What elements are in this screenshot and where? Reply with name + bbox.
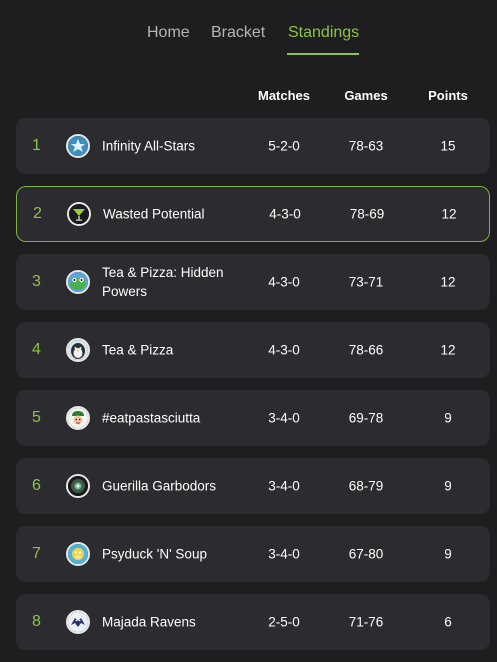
team-name: Tea & Pizza: [102, 342, 174, 358]
games-value: 68-79: [348, 478, 384, 494]
points-value: 9: [444, 478, 452, 494]
top-nav: Home Bracket Standings: [0, 24, 497, 58]
team-name: Tea & Pizza: Hidden Powers: [102, 265, 224, 299]
rank-number: 6: [32, 477, 41, 494]
team-name: Infinity All-Stars: [102, 138, 196, 154]
standings-table: 1 Infinity All-Stars 5-2-0 78-63 15 2 Wa…: [16, 118, 490, 662]
games-value: 71-76: [348, 614, 384, 630]
points-value: 12: [440, 274, 456, 290]
rank-number: 1: [32, 137, 41, 154]
team-name: Majada Ravens: [102, 614, 196, 630]
points-value: 6: [444, 614, 452, 630]
standings-row[interactable]: 5 #eatpastasciutta 3-4-0 69-78 9: [16, 390, 490, 446]
penguin-logo-icon: [66, 338, 90, 362]
cocktail-logo-icon: [67, 202, 91, 226]
games-value: 78-66: [348, 342, 384, 358]
standings-row[interactable]: 1 Infinity All-Stars 5-2-0 78-63 15: [16, 118, 490, 174]
rank-number: 2: [33, 205, 42, 222]
tab-standings[interactable]: Standings: [288, 24, 359, 42]
points-value: 9: [444, 410, 452, 426]
matches-value: 4-3-0: [268, 274, 300, 290]
chef-logo-icon: [66, 406, 90, 430]
matches-value: 4-3-0: [269, 206, 301, 222]
matches-value: 3-4-0: [268, 410, 300, 426]
rank-number: 4: [32, 341, 41, 358]
team-name: #eatpastasciutta: [102, 410, 201, 426]
games-column-header: Games: [344, 88, 388, 103]
games-value: 78-63: [348, 138, 384, 154]
rank-number: 7: [32, 545, 41, 562]
standings-row[interactable]: 2 Wasted Potential 4-3-0 78-69 12: [16, 186, 490, 242]
team-name: Wasted Potential: [103, 206, 205, 222]
points-value: 12: [440, 342, 456, 358]
tab-home[interactable]: Home: [147, 24, 190, 42]
standings-row[interactable]: 8 Majada Ravens 2-5-0 71-76 6: [16, 594, 490, 650]
games-value: 73-71: [348, 274, 384, 290]
standings-table-header: Matches Games Points: [0, 88, 497, 104]
frog-logo-icon: [66, 270, 90, 294]
team-name: Guerilla Garbodors: [102, 478, 217, 494]
matches-column-header: Matches: [257, 88, 311, 103]
points-value: 9: [444, 546, 452, 562]
standings-row[interactable]: 4 Tea & Pizza 4-3-0 78-66 12: [16, 322, 490, 378]
matches-value: 2-5-0: [268, 614, 300, 630]
raven-logo-icon: [66, 610, 90, 634]
matches-value: 5-2-0: [268, 138, 300, 154]
standings-row[interactable]: 3 Tea & Pizza: Hidden Powers 4-3-0 73-71…: [16, 254, 490, 310]
all-stars-logo-icon: [66, 134, 90, 158]
games-value: 67-80: [348, 546, 384, 562]
active-tab-indicator: [287, 53, 359, 55]
standings-row[interactable]: 6 Guerilla Garbodors 3-4-0 68-79 9: [16, 458, 490, 514]
matches-value: 3-4-0: [268, 546, 300, 562]
games-value: 69-78: [348, 410, 384, 426]
rank-number: 5: [32, 409, 41, 426]
team-name: Psyduck 'N' Soup: [102, 546, 207, 562]
garbodor-logo-icon: [66, 474, 90, 498]
tab-bracket[interactable]: Bracket: [211, 24, 265, 42]
points-value: 15: [440, 138, 456, 154]
points-value: 12: [441, 206, 457, 222]
matches-value: 3-4-0: [268, 478, 300, 494]
rank-number: 8: [32, 613, 41, 630]
matches-value: 4-3-0: [268, 342, 300, 358]
games-value: 78-69: [349, 206, 385, 222]
psyduck-logo-icon: [66, 542, 90, 566]
standings-row[interactable]: 7 Psyduck 'N' Soup 3-4-0 67-80 9: [16, 526, 490, 582]
points-column-header: Points: [428, 88, 468, 103]
rank-number: 3: [32, 273, 41, 290]
